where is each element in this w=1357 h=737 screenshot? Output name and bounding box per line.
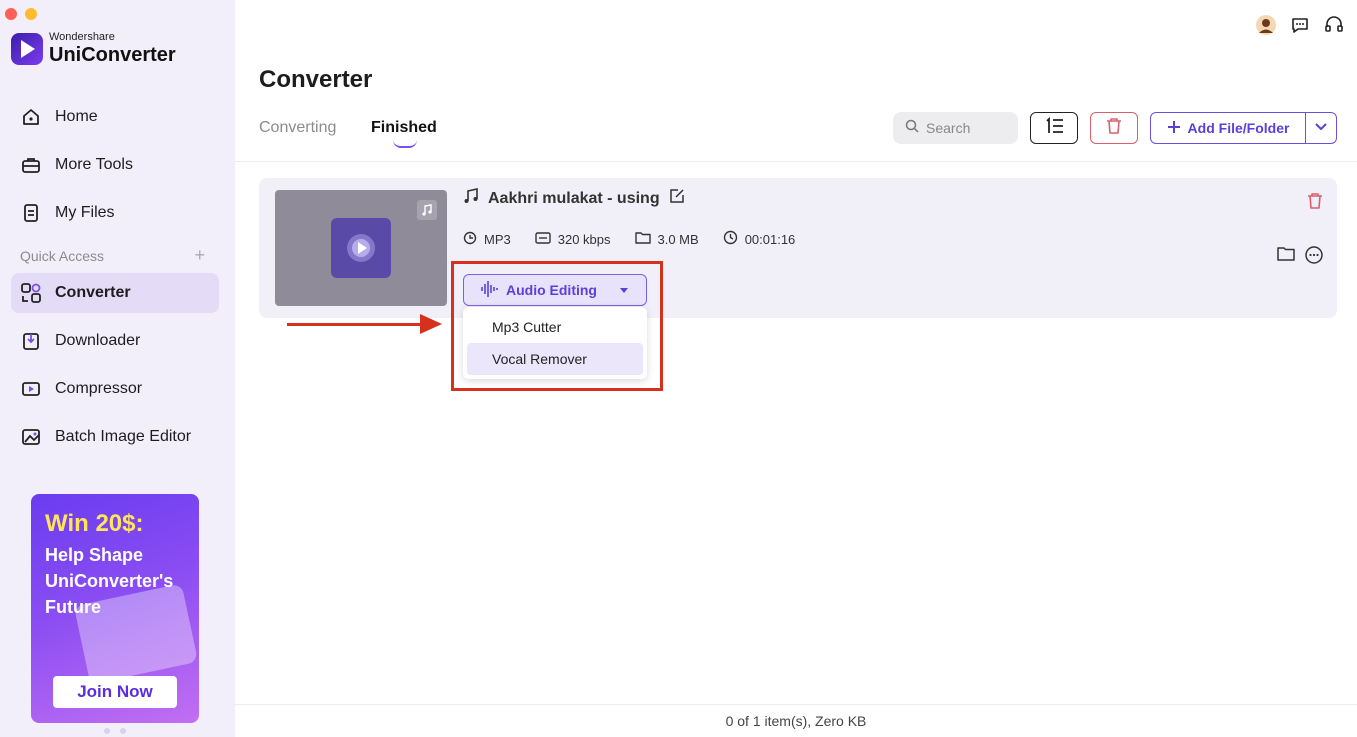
- annotation-arrow-head-icon: [420, 314, 442, 334]
- sidebar-item-label: Batch Image Editor: [55, 428, 192, 445]
- sidebar-item-label: Downloader: [55, 332, 141, 349]
- sidebar-item-label: Home: [55, 108, 98, 125]
- file-name: Aakhri mulakat - using: [488, 189, 660, 207]
- tab-finished[interactable]: Finished: [371, 119, 437, 148]
- minimize-window-button[interactable]: [25, 8, 37, 20]
- delete-file-icon[interactable]: [1307, 192, 1323, 215]
- search-box[interactable]: [893, 112, 1018, 144]
- annotation-highlight-box: [451, 261, 663, 391]
- music-note-icon: [463, 188, 479, 209]
- image-edit-icon: [20, 426, 42, 448]
- sidebar-item-home[interactable]: Home: [11, 97, 219, 137]
- home-icon: [20, 106, 42, 128]
- delete-all-button[interactable]: [1090, 112, 1138, 144]
- bitrate-icon: [535, 231, 551, 247]
- toolbox-icon: [20, 154, 42, 176]
- sidebar-item-label: My Files: [55, 204, 115, 221]
- add-quick-access-icon[interactable]: +: [194, 246, 205, 264]
- app-logo: Wondershare UniConverter: [11, 32, 176, 65]
- add-file-folder-button[interactable]: Add File/Folder: [1150, 112, 1337, 144]
- play-icon[interactable]: [331, 218, 391, 278]
- brand-big: UniConverter: [49, 44, 176, 66]
- trash-icon: [1106, 117, 1122, 140]
- sidebar-item-converter[interactable]: Converter: [11, 273, 219, 313]
- sidebar-item-label: Converter: [55, 284, 131, 301]
- avatar[interactable]: [1255, 14, 1277, 36]
- add-dropdown-toggle[interactable]: [1306, 113, 1336, 143]
- sidebar-item-label: Compressor: [55, 380, 143, 397]
- open-folder-icon[interactable]: [1277, 246, 1295, 266]
- promo-headline: Win 20$:: [45, 510, 144, 537]
- file-size: 3.0 MB: [657, 231, 699, 247]
- file-meta: MP3 320 kbps 3.0 MB 00:01:16: [463, 230, 819, 248]
- duration-meta: 00:01:16: [723, 230, 796, 248]
- add-file-folder-main[interactable]: Add File/Folder: [1151, 113, 1306, 143]
- close-window-button[interactable]: [5, 8, 17, 20]
- header-divider: [235, 161, 1357, 162]
- tab-converting[interactable]: Converting: [259, 119, 336, 137]
- top-right-icons: [1255, 14, 1345, 36]
- chevron-down-icon: [1314, 119, 1328, 137]
- file-bitrate: 320 kbps: [557, 231, 611, 247]
- sidebar-item-more-tools[interactable]: More Tools: [11, 145, 219, 185]
- search-input[interactable]: [926, 120, 1006, 136]
- promo-banner[interactable]: Win 20$: Help Shape UniConverter's Futur…: [31, 494, 199, 723]
- headset-icon[interactable]: [1323, 14, 1345, 36]
- pagination-dot[interactable]: [120, 728, 126, 734]
- music-note-icon: [417, 200, 437, 220]
- sort-list-button[interactable]: [1030, 112, 1078, 144]
- file-title-row: Aakhri mulakat - using: [463, 188, 685, 209]
- promo-pagination: [104, 728, 126, 734]
- compress-icon: [20, 378, 42, 400]
- search-icon: [905, 119, 919, 138]
- sidebar: Wondershare UniConverter Home More Tools…: [0, 0, 235, 737]
- quick-access-header: Quick Access +: [20, 246, 205, 264]
- more-options-icon[interactable]: [1305, 246, 1323, 269]
- numbered-list-icon: [1044, 116, 1064, 140]
- format-icon: [463, 231, 477, 248]
- bitrate-meta: 320 kbps: [535, 232, 611, 247]
- brand-small: Wondershare: [49, 31, 115, 43]
- plus-icon: [1167, 120, 1181, 137]
- folder-icon: [634, 231, 651, 247]
- format-meta: MP3: [463, 231, 511, 248]
- sidebar-item-my-files[interactable]: My Files: [11, 193, 219, 233]
- quick-access-label: Quick Access: [20, 248, 105, 264]
- file-format: MP3: [484, 231, 511, 247]
- main-panel: Converter Converting Finished Add File/F…: [235, 0, 1357, 737]
- file-thumbnail[interactable]: [275, 190, 447, 306]
- download-icon: [20, 330, 42, 352]
- uniconverter-logo-icon: [11, 32, 43, 65]
- sidebar-item-compressor[interactable]: Compressor: [11, 369, 219, 409]
- file-card[interactable]: Aakhri mulakat - using MP3 320 kbps 3.0 …: [259, 178, 1337, 318]
- sidebar-item-label: More Tools: [55, 156, 133, 173]
- clock-icon: [723, 230, 738, 248]
- files-icon: [20, 202, 42, 224]
- size-meta: 3.0 MB: [634, 231, 699, 247]
- edit-icon[interactable]: [669, 188, 685, 209]
- annotation-arrow-line: [287, 323, 422, 326]
- join-now-button[interactable]: Join Now: [53, 676, 177, 708]
- converter-icon: [20, 282, 42, 304]
- sidebar-item-downloader[interactable]: Downloader: [11, 321, 219, 361]
- window-controls: [5, 8, 37, 20]
- file-duration: 00:01:16: [744, 231, 796, 247]
- chat-icon[interactable]: [1289, 14, 1311, 36]
- pagination-dot[interactable]: [104, 728, 110, 734]
- page-title: Converter: [259, 66, 373, 93]
- status-bar: 0 of 1 item(s), Zero KB: [235, 704, 1357, 737]
- add-file-folder-label: Add File/Folder: [1187, 120, 1290, 136]
- sidebar-item-batch-image-editor[interactable]: Batch Image Editor: [11, 417, 219, 457]
